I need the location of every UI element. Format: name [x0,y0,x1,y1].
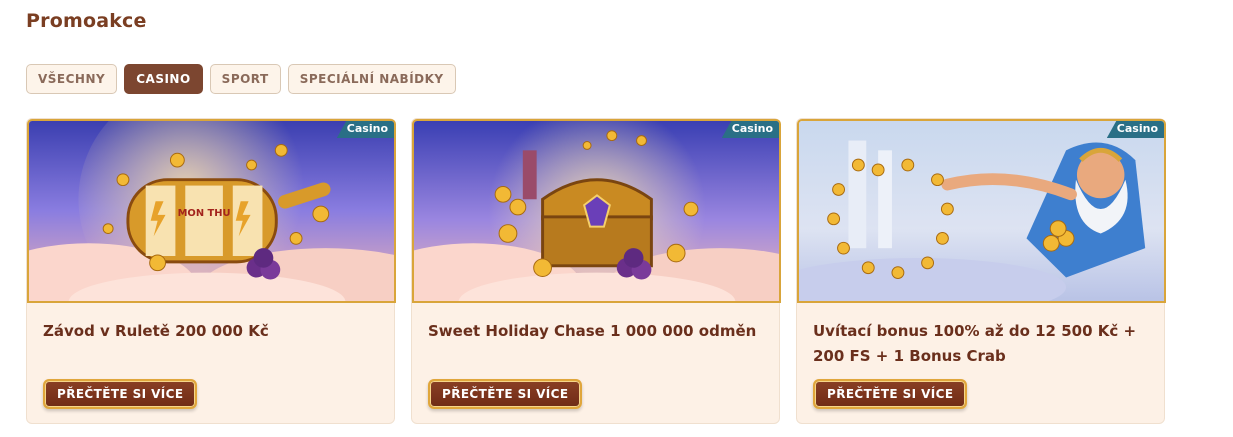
promo-card-list: MON THU Casino Závod v Ruletě 200 000 Kč… [26,118,1166,424]
promo-title[interactable]: Sweet Holiday Chase 1 000 000 odměn [428,319,758,344]
read-more-button[interactable]: PŘEČTĚTE SI VÍCE [43,379,198,409]
promo-title[interactable]: Závod v Ruletě 200 000 Kč [43,319,373,344]
category-badge: Casino [721,121,779,138]
promo-card: Casino Sweet Holiday Chase 1 000 000 odm… [411,118,781,424]
promo-title[interactable]: Uvítací bonus 100% až do 12 500 Kč + 200… [813,319,1143,369]
page-title: Promoakce [26,10,147,32]
filter-bar: VŠECHNY CASINO SPORT SPECIÁLNÍ NABÍDKY [26,64,456,94]
promo-image-treasure-chest[interactable]: Casino [412,119,781,303]
filter-special-offers[interactable]: SPECIÁLNÍ NABÍDKY [287,64,456,94]
read-more-button[interactable]: PŘEČTĚTE SI VÍCE [428,379,583,409]
filter-all[interactable]: VŠECHNY [26,64,118,94]
treasure-chest-illustration [414,121,779,301]
slot-machine-illustration: MON THU [29,121,394,301]
zeus-illustration [799,121,1164,301]
promo-card: MON THU Casino Závod v Ruletě 200 000 Kč… [26,118,396,424]
filter-casino[interactable]: CASINO [124,64,203,94]
category-badge: Casino [1106,121,1164,138]
promo-image-zeus[interactable]: Casino [797,119,1166,303]
svg-text:MON THU: MON THU [178,208,231,219]
promo-image-slot-machine[interactable]: MON THU Casino [27,119,396,303]
category-badge: Casino [336,121,394,138]
promo-card: Casino Uvítací bonus 100% až do 12 500 K… [796,118,1166,424]
read-more-button[interactable]: PŘEČTĚTE SI VÍCE [813,379,968,409]
filter-sport[interactable]: SPORT [209,64,281,94]
